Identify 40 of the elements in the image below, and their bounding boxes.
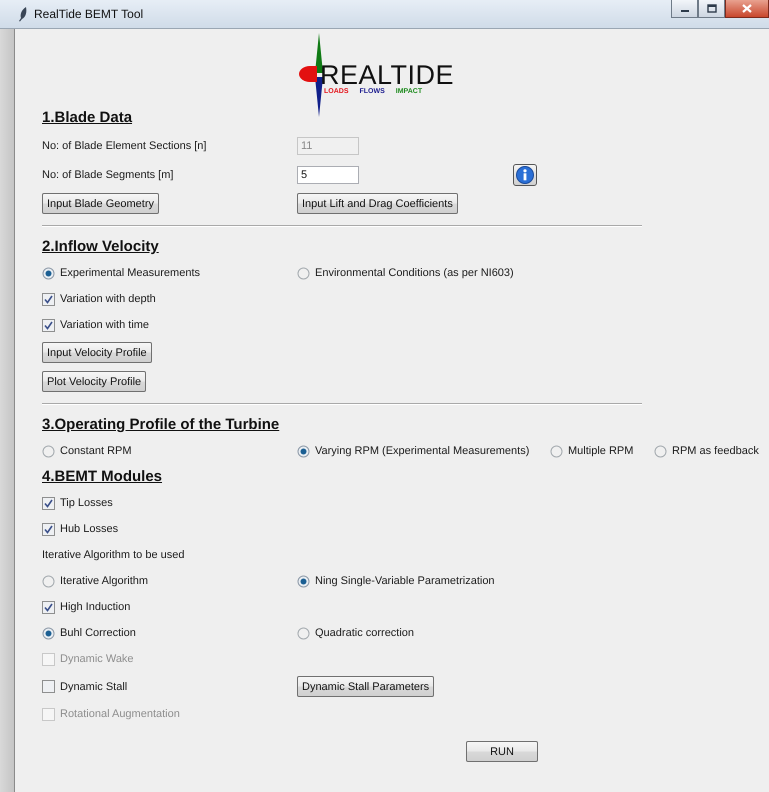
maximize-icon bbox=[706, 4, 716, 13]
run-button[interactable]: RUN bbox=[466, 741, 538, 762]
checkbox[interactable]: High Induction bbox=[42, 600, 130, 614]
radio-button[interactable]: Buhl Correction bbox=[42, 626, 136, 640]
form-label: No: of Blade Segments [m] bbox=[42, 168, 174, 180]
feather-icon bbox=[18, 6, 28, 22]
checkbox[interactable]: Variation with depth bbox=[42, 292, 156, 306]
radio-button[interactable]: Quadratic correction bbox=[297, 626, 414, 640]
action-button[interactable]: Input Lift and Drag Coefficients bbox=[297, 193, 458, 214]
section-heading: 3.Operating Profile of the Turbine bbox=[42, 415, 280, 435]
action-button[interactable]: Dynamic Stall Parameters bbox=[297, 676, 434, 697]
action-button[interactable]: Plot Velocity Profile bbox=[42, 371, 146, 392]
window-title: RealTide BEMT Tool bbox=[34, 7, 144, 21]
close-button[interactable] bbox=[725, 0, 769, 18]
checkbox[interactable]: Dynamic Stall bbox=[42, 680, 128, 693]
radio-button[interactable]: Varying RPM (Experimental Measurements) bbox=[297, 444, 530, 458]
action-button[interactable]: Input Blade Geometry bbox=[42, 193, 160, 214]
radio-button[interactable]: Iterative Algorithm bbox=[42, 574, 148, 588]
checkbox[interactable]: Tip Losses bbox=[42, 496, 113, 510]
action-button[interactable]: Input Velocity Profile bbox=[42, 342, 152, 363]
form-label: No: of Blade Element Sections [n] bbox=[42, 140, 206, 152]
close-icon bbox=[742, 4, 752, 13]
maximize-button[interactable] bbox=[698, 0, 725, 18]
radio-button[interactable]: Ning Single-Variable Parametrization bbox=[297, 574, 495, 588]
info-button[interactable] bbox=[513, 164, 537, 186]
section-heading: 2.Inflow Velocity bbox=[42, 237, 159, 257]
radio-button[interactable]: RPM as feedback bbox=[654, 444, 759, 458]
radio-button[interactable]: Constant RPM bbox=[42, 444, 132, 458]
minimize-button[interactable] bbox=[671, 0, 698, 18]
checkbox[interactable]: Variation with time bbox=[42, 318, 150, 332]
section-heading: 1.Blade Data bbox=[42, 108, 132, 128]
form-label: Iterative Algorithm to be used bbox=[42, 549, 184, 561]
radio-button[interactable]: Experimental Measurements bbox=[42, 266, 200, 280]
checkbox[interactable]: Hub Losses bbox=[42, 522, 118, 536]
radio-button[interactable]: Multiple RPM bbox=[550, 444, 634, 458]
number-field[interactable]: 5 bbox=[297, 166, 359, 184]
radio-button[interactable]: Environmental Conditions (as per NI603) bbox=[297, 266, 514, 280]
section-heading: 4.BEMT Modules bbox=[42, 467, 162, 487]
logo-wordmark: REALTIDE bbox=[320, 62, 454, 88]
info-icon bbox=[516, 166, 534, 184]
